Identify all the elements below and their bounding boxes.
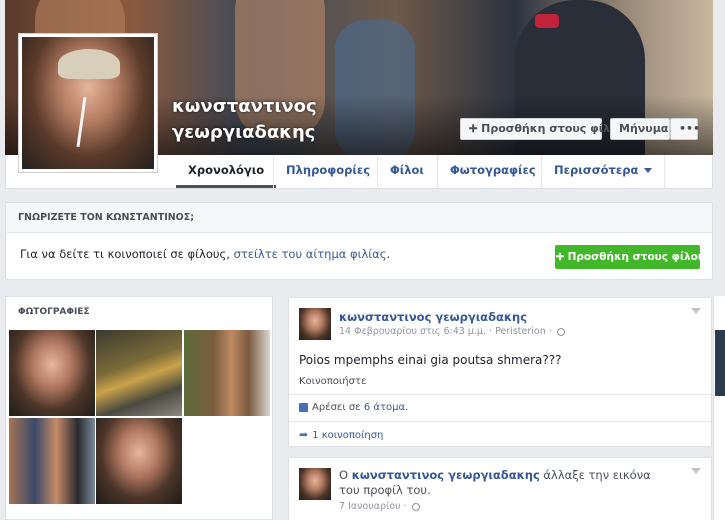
tab-more[interactable]: Περισσότερα <box>541 155 666 188</box>
photo-thumbnail[interactable] <box>96 418 182 504</box>
meta-separator: · <box>403 501 410 512</box>
share-link[interactable]: Κοινοποιήστε <box>299 376 366 387</box>
share-icon: ➦ <box>299 428 309 441</box>
tab-friends-label: Φίλοι <box>390 163 424 177</box>
add-friend-icon: ➕︎ <box>556 251 564 263</box>
avatar <box>22 37 154 169</box>
add-friend-button-green[interactable]: ➕︎ Προσθήκη στους φίλους <box>555 245 711 269</box>
know-card: ΓΝΩΡΙΖΕΤΕ ΤΟΝ ΚΩΝΣΤΑΝΤΙΝΟΣ; Για να δείτε… <box>5 202 713 280</box>
sidebar-image[interactable] <box>715 330 725 396</box>
photos-card: ΦΩΤΟΓΡΑΦΙΕΣ <box>5 296 273 520</box>
like-icon <box>299 402 308 412</box>
globe-icon <box>411 502 420 511</box>
post-author-avatar[interactable] <box>299 308 331 340</box>
know-card-text: Για να δείτε τι κοινοποιεί σε φίλους, στ… <box>20 247 390 261</box>
timeline-post: Ο κωνσταντινος γεωργιαδακης άλλαξε την ε… <box>288 457 712 520</box>
tab-about[interactable]: Πληροφορίες <box>273 155 382 188</box>
tab-more-label: Περισσότερα <box>554 163 639 177</box>
avatar-straw <box>76 97 87 147</box>
post-activity-text: Ο κωνσταντινος γεωργιαδακης άλλαξε την ε… <box>339 468 659 498</box>
globe-icon <box>556 327 565 336</box>
likes-prefix: Αρέσει σε <box>312 402 364 413</box>
add-friend-button[interactable]: ➕︎ Προσθήκη στους φίλους <box>460 118 632 140</box>
tab-photos-label: Φωτογραφίες <box>450 163 536 177</box>
post-meta: 14 Φεβρουαρίου στις 6:43 μ.μ. · Perister… <box>339 326 565 337</box>
post-author[interactable]: κωνσταντινος γεωργιαδακης <box>339 310 527 324</box>
profile-picture[interactable] <box>18 33 158 173</box>
tab-timeline[interactable]: Χρονολόγιο <box>176 155 277 188</box>
meta-separator: · <box>548 326 555 337</box>
likes-count-link[interactable]: 6 άτομα <box>364 402 405 413</box>
post-author-avatar[interactable] <box>299 468 331 500</box>
shares-row[interactable]: ➦ 1 κοινοποίηση <box>289 421 711 447</box>
photo-thumbnail[interactable] <box>96 330 182 416</box>
tab-friends[interactable]: Φίλοι <box>377 155 436 188</box>
activity-prefix: Ο <box>339 468 352 482</box>
post-options-chevron-icon[interactable] <box>691 468 701 474</box>
know-card-prefix: Για να δείτε τι κοινοποιεί σε φίλους, <box>20 247 234 261</box>
post-date[interactable]: 14 Φεβρουαρίου στις 6:43 μ.μ. <box>339 326 486 337</box>
message-label: Μήνυμα <box>619 122 669 135</box>
likes-row: Αρέσει σε 6 άτομα. <box>289 394 711 420</box>
likes-suffix: . <box>405 402 409 413</box>
profile-name-line1[interactable]: κωνσταντινος <box>172 94 317 120</box>
message-button[interactable]: Μήνυμα <box>610 118 670 140</box>
post-meta: 7 Ιανουαρίου · <box>339 501 420 512</box>
chevron-down-icon <box>644 168 653 173</box>
post-author[interactable]: κωνσταντινος γεωργιαδακης <box>352 468 540 482</box>
post-options-chevron-icon[interactable] <box>691 308 701 314</box>
profile-name[interactable]: κωνσταντινος γεωργιαδακης <box>172 94 317 146</box>
add-friend-icon: ➕︎ <box>469 122 478 135</box>
know-card-title: ΓΝΩΡΙΖΕΤΕ ΤΟΝ ΚΩΝΣΤΑΝΤΙΝΟΣ; <box>6 203 712 233</box>
shares-count[interactable]: 1 κοινοποίηση <box>312 430 383 441</box>
tab-photos[interactable]: Φωτογραφίες <box>437 155 548 188</box>
profile-name-line2[interactable]: γεωργιαδακης <box>172 120 317 146</box>
post-date[interactable]: 7 Ιανουαρίου <box>339 501 401 512</box>
tab-timeline-label: Χρονολόγιο <box>188 163 265 177</box>
avatar-hair <box>58 49 120 79</box>
send-friend-request-link[interactable]: στείλτε του αίτημα φιλίας <box>234 247 387 261</box>
more-options-button[interactable]: ••• <box>670 118 701 140</box>
know-card-suffix: . <box>386 247 391 261</box>
add-friend-green-label: Προσθήκη στους φίλους <box>567 251 712 263</box>
photo-thumbnail[interactable] <box>9 330 95 416</box>
add-friend-label: Προσθήκη στους φίλους <box>481 122 632 135</box>
tab-about-label: Πληροφορίες <box>286 163 371 177</box>
timeline-post: κωνσταντινος γεωργιαδακης 14 Φεβρουαρίου… <box>288 297 712 447</box>
post-location[interactable]: Peristerion <box>495 326 546 337</box>
more-icon: ••• <box>679 122 701 135</box>
cover-bowtie <box>535 14 559 28</box>
post-text: Poios mpemphs einai gia poutsa shmera??? <box>299 353 562 367</box>
photo-thumbnail[interactable] <box>184 330 270 416</box>
photos-card-title[interactable]: ΦΩΤΟΓΡΑΦΙΕΣ <box>6 297 272 325</box>
photo-thumbnail[interactable] <box>9 418 95 504</box>
